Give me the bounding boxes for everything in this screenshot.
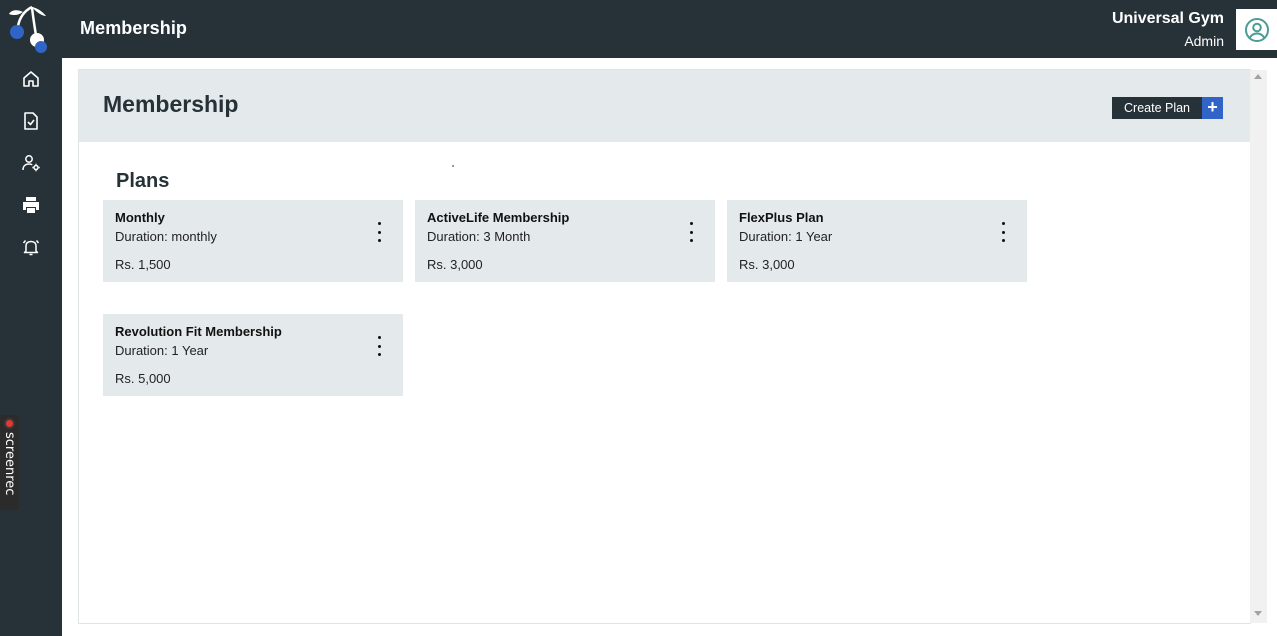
create-plan-label: Create Plan: [1112, 97, 1203, 119]
record-dot-icon: [4, 418, 15, 429]
plan-name: Revolution Fit Membership: [115, 324, 282, 339]
screenrec-label: screenrec: [2, 432, 17, 496]
user-avatar-icon: [1244, 17, 1269, 42]
plan-duration: Duration: 1 Year: [115, 343, 209, 358]
more-options-icon[interactable]: [373, 336, 385, 356]
sidebar-item-user-settings[interactable]: [19, 151, 43, 175]
scroll-up-arrow-icon[interactable]: [1254, 74, 1262, 79]
create-plan-button[interactable]: Create Plan +: [1112, 97, 1224, 119]
plan-price: Rs. 3,000: [427, 257, 483, 272]
plan-price: Rs. 1,500: [115, 257, 171, 272]
home-icon: [23, 71, 39, 87]
alarm-bell-icon: [22, 240, 40, 256]
printer-icon: [23, 197, 39, 213]
stray-dot: [452, 165, 454, 167]
screenrec-widget[interactable]: screenrec: [0, 415, 19, 510]
plan-name: FlexPlus Plan: [739, 210, 824, 225]
plan-price: Rs. 3,000: [739, 257, 795, 272]
page-title: Membership: [80, 18, 188, 38]
sidebar-item-print[interactable]: [19, 193, 43, 217]
plan-duration: Duration: 3 Month: [427, 229, 531, 244]
cherry-logo-icon: [9, 5, 47, 53]
plan-card-activelife[interactable]: ActiveLife Membership Duration: 3 Month …: [415, 200, 715, 282]
task-checklist-icon: [24, 112, 38, 130]
vertical-scrollbar[interactable]: [1250, 70, 1267, 623]
plan-name: Monthly: [115, 210, 165, 225]
membership-panel: Membership Create Plan + Plans Monthly D…: [78, 69, 1251, 624]
plans-heading: Plans: [116, 170, 170, 192]
plan-price: Rs. 5,000: [115, 371, 171, 386]
sidebar-item-alarm[interactable]: [19, 235, 43, 259]
plan-duration: Duration: 1 Year: [739, 229, 833, 244]
organization-name: Universal Gym: [1111, 10, 1224, 27]
plan-card-flexplus[interactable]: FlexPlus Plan Duration: 1 Year Rs. 3,000: [727, 200, 1027, 282]
avatar-button[interactable]: [1236, 9, 1277, 50]
top-bar: Membership Universal Gym Admin: [62, 0, 1277, 58]
more-options-icon[interactable]: [373, 222, 385, 242]
user-role: Admin: [1184, 33, 1224, 49]
more-options-icon[interactable]: [997, 222, 1009, 242]
sidebar-item-home[interactable]: [19, 67, 43, 91]
sidebar: [0, 0, 62, 636]
plan-card-revolution-fit[interactable]: Revolution Fit Membership Duration: 1 Ye…: [103, 314, 403, 396]
more-options-icon[interactable]: [685, 222, 697, 242]
plan-name: ActiveLife Membership: [427, 210, 570, 225]
section-title: Membership: [103, 91, 239, 117]
user-settings-icon: [22, 155, 40, 172]
scroll-down-arrow-icon[interactable]: [1254, 611, 1262, 616]
sidebar-item-tasks[interactable]: [19, 109, 43, 133]
plan-duration: Duration: monthly: [115, 229, 217, 244]
plan-card-monthly[interactable]: Monthly Duration: monthly Rs. 1,500: [103, 200, 403, 282]
panel-header: Membership Create Plan +: [79, 70, 1250, 142]
plus-icon: +: [1202, 97, 1224, 119]
